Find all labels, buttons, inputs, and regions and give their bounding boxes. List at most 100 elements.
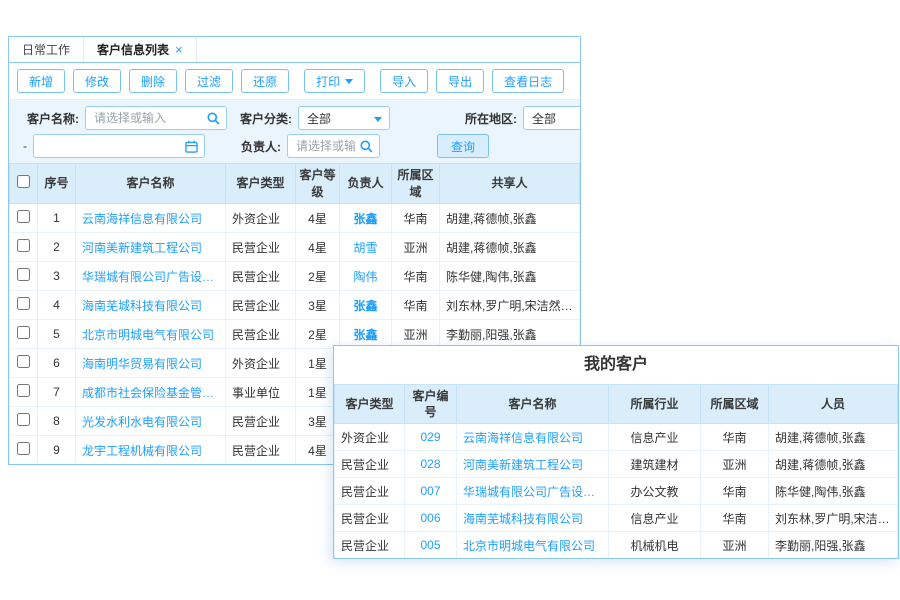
cell-customer-type: 事业单位 [226,378,296,407]
cell-customer-name[interactable]: 龙宇工程机械有限公司 [76,436,226,465]
cell-customer-type: 民营企业 [335,532,405,559]
button-label: 导入 [392,73,416,90]
row-checkbox[interactable] [17,326,30,339]
header-row: 序号客户名称客户类型客户等级负责人所属区域共享人 [10,164,580,204]
owner-label: 负责人: [241,138,281,155]
row-checkbox[interactable] [17,297,30,310]
cell-shared: 胡建,蒋德帧,张鑫 [440,233,580,262]
date-range-separator: - [23,139,27,153]
my-customers-table: 客户类型客户编号客户名称所属行业所属区域人员外资企业029云南海祥信息有限公司信… [334,384,898,559]
cell-owner[interactable]: 陶伟 [340,262,392,291]
cell-customer-name[interactable]: 华瑞城有限公司广告设计部 [76,262,226,291]
cell-customer-code[interactable]: 007 [405,478,457,505]
select-all-checkbox[interactable] [17,175,30,188]
customer-category-label: 客户分类: [240,110,292,127]
cell-select [10,233,38,262]
cell-customer-code[interactable]: 005 [405,532,457,559]
button-label: 修改 [85,73,109,90]
cell-select [10,262,38,291]
button-label: 过滤 [197,73,221,90]
cell-staff: 胡建,蒋德帧,张鑫 [769,424,898,451]
delete-button[interactable]: 删除 [129,69,177,93]
print-button[interactable]: 打印 [304,69,365,93]
cell-staff: 李勤丽,阳强,张鑫 [769,532,898,559]
cell-region: 华南 [701,478,769,505]
customer-category-select[interactable]: 全部 [298,106,390,130]
region-input[interactable] [524,107,581,129]
tab-close-icon[interactable]: × [175,43,183,56]
row-checkbox[interactable] [17,239,30,252]
row-checkbox[interactable] [17,210,30,223]
search-icon[interactable] [207,112,220,125]
tab-label: 日常工作 [22,41,70,58]
table-row: 外资企业029云南海祥信息有限公司信息产业华南胡建,蒋德帧,张鑫 [335,424,898,451]
cell-owner[interactable]: 张鑫 [340,204,392,233]
col-region: 所属区域 [701,385,769,424]
view-log-button[interactable]: 查看日志 [492,69,564,93]
row-checkbox[interactable] [17,384,30,397]
cell-customer-name[interactable]: 云南海祥信息有限公司 [457,424,609,451]
chevron-down-icon [345,79,353,84]
cell-customer-code[interactable]: 029 [405,424,457,451]
cell-industry: 机械机电 [609,532,701,559]
col-customer-code: 客户编号 [405,385,457,424]
cell-customer-name[interactable]: 北京市明城电气有限公司 [457,532,609,559]
cell-customer-level: 4星 [296,233,340,262]
owner-input-box [287,134,380,158]
cell-owner[interactable]: 胡雪 [340,233,392,262]
cell-customer-name[interactable]: 河南美新建筑工程公司 [457,451,609,478]
cell-customer-name[interactable]: 海南芜城科技有限公司 [76,291,226,320]
cell-customer-name[interactable]: 北京市明城电气有限公司 [76,320,226,349]
col-customer-type: 客户类型 [335,385,405,424]
query-button[interactable]: 查询 [437,134,489,158]
cell-customer-name[interactable]: 海南芜城科技有限公司 [457,505,609,532]
row-checkbox[interactable] [17,442,30,455]
import-button[interactable]: 导入 [380,69,428,93]
table-row: 3华瑞城有限公司广告设计部民营企业2星陶伟华南陈华健,陶伟,张鑫 [10,262,580,291]
cell-seq: 2 [38,233,76,262]
add-button[interactable]: 新增 [17,69,65,93]
restore-button[interactable]: 还原 [241,69,289,93]
cell-customer-name[interactable]: 云南海祥信息有限公司 [76,204,226,233]
cell-customer-type: 民营企业 [226,320,296,349]
tab-customer-list[interactable]: 客户信息列表 × [84,37,197,62]
cell-owner[interactable]: 张鑫 [340,291,392,320]
row-checkbox[interactable] [17,268,30,281]
cell-customer-code[interactable]: 028 [405,451,457,478]
date-input[interactable] [34,135,204,157]
cell-select [10,204,38,233]
cell-seq: 7 [38,378,76,407]
filter-button[interactable]: 过滤 [185,69,233,93]
cell-customer-type: 民营企业 [226,262,296,291]
cell-customer-type: 民营企业 [226,291,296,320]
cell-region: 亚洲 [701,532,769,559]
cell-customer-type: 外资企业 [226,349,296,378]
button-label: 导出 [448,73,472,90]
cell-customer-name[interactable]: 光发水利水电有限公司 [76,407,226,436]
cell-region: 华南 [701,505,769,532]
row-checkbox[interactable] [17,355,30,368]
cell-customer-code[interactable]: 006 [405,505,457,532]
search-icon[interactable] [360,140,373,153]
cell-customer-name[interactable]: 河南美新建筑工程公司 [76,233,226,262]
header-row: 客户类型客户编号客户名称所属行业所属区域人员 [335,385,898,424]
filter-row-2: - 负责人: 查询 [19,132,581,160]
tab-daily-work[interactable]: 日常工作 [9,37,84,62]
tab-label: 客户信息列表 [97,41,169,58]
my-customers-title: 我的客户 [334,346,898,384]
cell-customer-name[interactable]: 海南明华贸易有限公司 [76,349,226,378]
export-button[interactable]: 导出 [436,69,484,93]
cell-seq: 6 [38,349,76,378]
customer-name-input[interactable] [86,107,226,129]
row-checkbox[interactable] [17,413,30,426]
cell-shared: 刘东林,罗广明,宋洁然,张鑫 [440,291,580,320]
table-row: 1云南海祥信息有限公司外资企业4星张鑫华南胡建,蒋德帧,张鑫 [10,204,580,233]
cell-region: 华南 [392,291,440,320]
edit-button[interactable]: 修改 [73,69,121,93]
cell-select [10,407,38,436]
col-industry: 所属行业 [609,385,701,424]
calendar-icon[interactable] [185,140,198,153]
cell-staff: 胡建,蒋德帧,张鑫 [769,451,898,478]
cell-customer-name[interactable]: 成都市社会保险基金管理... [76,378,226,407]
cell-customer-name[interactable]: 华瑞城有限公司广告设计部 [457,478,609,505]
